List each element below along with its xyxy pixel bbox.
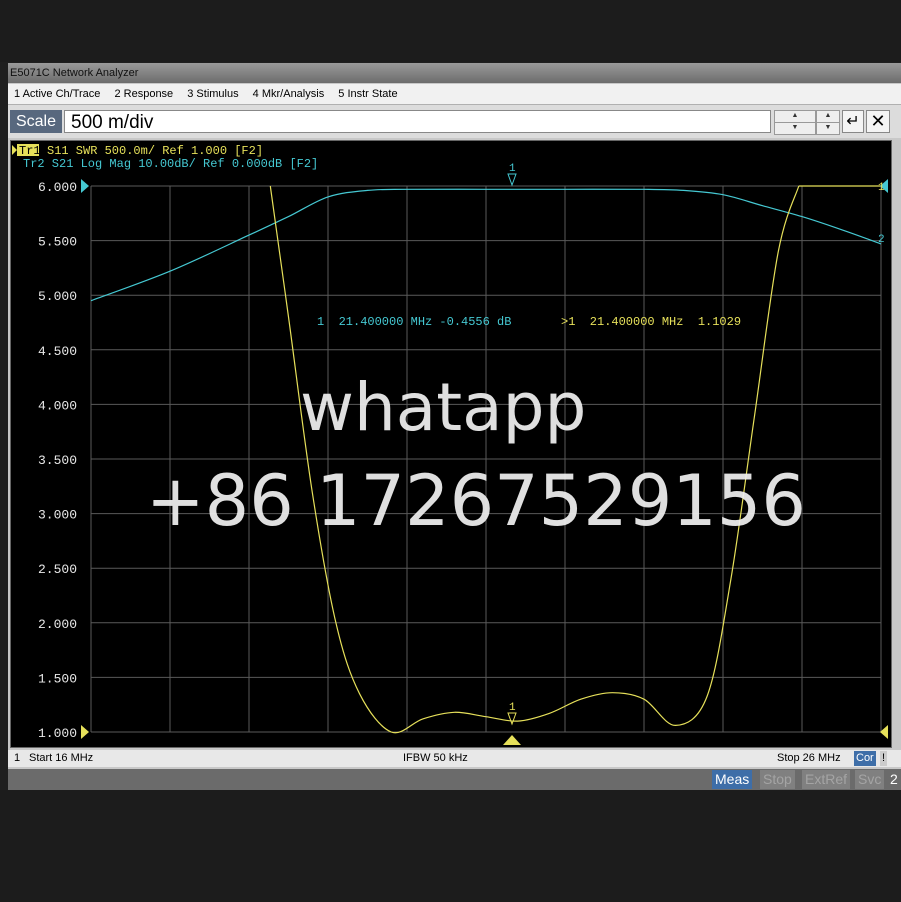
marker-top-icon[interactable] bbox=[507, 173, 517, 187]
menu-bar: 1 Active Ch/Trace 2 Response 3 Stimulus … bbox=[8, 84, 901, 105]
menu-response[interactable]: 2 Response bbox=[114, 88, 173, 100]
close-entry-button[interactable]: ✕ bbox=[866, 110, 890, 133]
y-tick-label: 2.500 bbox=[38, 562, 77, 577]
stop-frequency[interactable]: Stop 26 MHz bbox=[777, 750, 841, 767]
tr1-settings[interactable]: S11 SWR 500.0m/ Ref 1.000 [F2] bbox=[47, 144, 263, 158]
marker-readout-tr1: >1 21.400000 MHz 1.1029 bbox=[561, 315, 741, 329]
ifbw[interactable]: IFBW 50 kHz bbox=[403, 750, 468, 767]
y-tick-label: 5.500 bbox=[38, 235, 77, 250]
marker-top-number: 1 bbox=[509, 163, 516, 175]
menu-stimulus[interactable]: 3 Stimulus bbox=[187, 88, 238, 100]
instrument-status-keys: Meas Stop ExtRef Svc 2 bbox=[8, 769, 901, 790]
meas-key[interactable]: Meas bbox=[712, 770, 753, 789]
step-down-icon[interactable]: ▼ bbox=[816, 122, 840, 135]
spin-down-icon[interactable]: ▼ bbox=[774, 122, 816, 135]
y-tick-label: 4.500 bbox=[38, 344, 77, 359]
status-exclamation: ! bbox=[880, 751, 888, 766]
y-tick-labels: 6.000 5.500 5.000 4.500 4.000 3.500 3.000 2.500… bbox=[38, 180, 77, 741]
menu-instr-state[interactable]: 5 Instr State bbox=[338, 88, 397, 100]
marker-bottom-number: 1 bbox=[509, 702, 516, 714]
watermark-line1: whatapp bbox=[300, 369, 587, 446]
y-tick-label: 3.500 bbox=[38, 453, 77, 468]
bottom-background bbox=[0, 790, 901, 902]
enter-button[interactable]: ↵ bbox=[842, 110, 864, 133]
trace2-end-label: 2 bbox=[878, 234, 885, 246]
tr1-name: Tr1 bbox=[19, 144, 41, 158]
scale-input[interactable]: 500 m/div bbox=[64, 110, 771, 133]
top-background bbox=[0, 0, 901, 62]
menu-active-ch-trace[interactable]: 1 Active Ch/Trace bbox=[14, 88, 100, 100]
y-tick-label: 4.000 bbox=[38, 398, 77, 413]
stimulus-marker-icon[interactable] bbox=[503, 735, 521, 745]
window-title: E5071C Network Analyzer bbox=[8, 63, 901, 83]
ref-level-left-top-icon[interactable] bbox=[81, 179, 89, 193]
watermark-line2: +86 17267529156 bbox=[146, 460, 806, 542]
extref-key[interactable]: ExtRef bbox=[802, 770, 851, 789]
y-tick-label: 2.000 bbox=[38, 617, 77, 632]
stop-key[interactable]: Stop bbox=[760, 770, 795, 789]
correction-badge[interactable]: Cor bbox=[854, 751, 876, 766]
y-tick-label: 3.000 bbox=[38, 508, 77, 523]
active-trace-pointer-icon bbox=[12, 145, 17, 155]
marker-bottom-icon[interactable] bbox=[507, 712, 517, 726]
svc-key[interactable]: Svc bbox=[855, 770, 885, 789]
menu-mkr-analysis[interactable]: 4 Mkr/Analysis bbox=[253, 88, 325, 100]
y-tick-label: 1.000 bbox=[38, 726, 77, 741]
trace1-end-label: 1 bbox=[878, 182, 885, 194]
ref-level-left-bottom-icon[interactable] bbox=[81, 725, 89, 739]
y-tick-label: 6.000 bbox=[38, 180, 77, 195]
channel-number: 1 bbox=[14, 752, 21, 764]
start-frequency[interactable]: Start 16 MHz bbox=[29, 750, 93, 767]
entry-bar: Scale 500 m/div ▲ ▼ ▲ ▼ ↵ ✕ bbox=[8, 105, 901, 138]
entry-label: Scale bbox=[10, 110, 62, 133]
tr2-settings[interactable]: Tr2 S21 Log Mag 10.00dB/ Ref 0.000dB [F2… bbox=[23, 157, 318, 171]
status-number: 2 bbox=[887, 770, 901, 789]
marker-readout-tr2: 1 21.400000 MHz -0.4556 dB bbox=[317, 315, 511, 329]
y-tick-label: 1.500 bbox=[38, 671, 77, 686]
y-tick-label: 5.000 bbox=[38, 289, 77, 304]
status-bar: 1 Start 16 MHz IFBW 50 kHz Stop 26 MHz C… bbox=[8, 750, 901, 767]
graticule bbox=[90, 185, 882, 733]
